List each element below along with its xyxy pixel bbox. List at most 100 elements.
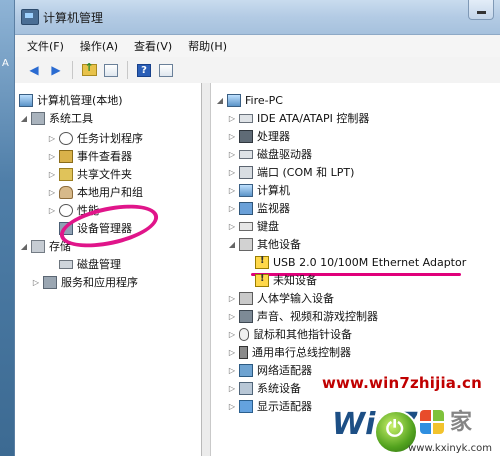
device-category[interactable]: ▷ 监视器 [227,199,290,217]
users-icon [59,185,73,199]
computer-icon [227,93,241,107]
expand-icon[interactable]: ▷ [227,204,237,213]
menu-help[interactable]: 帮助(H) [188,38,227,54]
collapse-icon[interactable]: ◢ [215,96,225,105]
desktop-glyph: A [2,58,9,69]
tree-item-performance[interactable]: ▷ 性能 [47,201,99,219]
watermark-small-url: www.kxinyk.com [408,443,492,454]
tools-icon [31,111,45,125]
device-category[interactable]: ▷ 声音、视频和游戏控制器 [227,307,378,325]
expand-icon[interactable]: ▷ [47,188,57,197]
tree-item-local-users[interactable]: ▷ 本地用户和组 [47,183,143,201]
device-category[interactable]: ◢ 其他设备 [227,235,301,253]
back-arrow-icon[interactable]: ◀ [25,61,43,79]
collapse-icon[interactable]: ◢ [19,114,29,123]
tree-item-label: 本地用户和组 [77,186,143,199]
mouse-icon [239,327,249,341]
expand-icon[interactable]: ▷ [227,384,237,393]
desktop-background: A [0,0,14,456]
expand-icon[interactable]: ▷ [47,206,57,215]
tree-item-system-tools[interactable]: ◢ 系统工具 [19,109,93,127]
expand-icon[interactable]: ▷ [31,278,41,287]
tree-item-disk-management[interactable]: 磁盘管理 [59,255,121,273]
help-button[interactable]: ? [135,61,153,79]
expand-icon[interactable]: ▷ [227,366,237,375]
show-hide-tree-icon [104,63,118,77]
tree-item-root[interactable]: 计算机管理(本地) [19,91,123,109]
event-viewer-icon [59,149,73,163]
device-label: 处理器 [257,130,290,143]
pane-splitter[interactable] [202,83,211,456]
expand-icon[interactable]: ▷ [227,330,237,339]
expand-icon[interactable]: ▷ [227,168,237,177]
window-title: 计算机管理 [43,11,104,25]
device-category[interactable]: ▷ 通用串行总线控制器 [227,343,351,361]
forward-arrow-icon[interactable]: ▶ [47,61,65,79]
device-label: IDE ATA/ATAPI 控制器 [257,112,370,125]
show-hide-tree-button[interactable] [102,61,120,79]
menu-file[interactable]: 文件(F) [27,38,64,54]
device-category[interactable]: ▷ 人体学输入设备 [227,289,334,307]
up-folder-button[interactable] [80,61,98,79]
disk-icon [59,259,73,269]
navigation-tree: 计算机管理(本地) ◢ 系统工具 ▷ 任务计划程序 ▷ 事件查看器 ▷ 共享文件… [15,83,202,456]
expand-icon[interactable]: ▷ [227,222,237,231]
device-category[interactable]: ▷ 系统设备 [227,379,301,397]
device-category[interactable]: ▷ 计算机 [227,181,290,199]
expand-icon[interactable]: ▷ [47,134,57,143]
expand-icon[interactable]: ▷ [227,150,237,159]
expand-icon[interactable]: ▷ [47,170,57,179]
port-icon [239,165,253,179]
device-category[interactable]: ▷ 显示适配器 [227,397,312,415]
properties-button[interactable] [157,61,175,79]
device-label: 未知设备 [273,274,317,287]
menu-view[interactable]: 查看(V) [134,38,172,54]
expand-icon[interactable]: ▷ [227,402,237,411]
services-icon [43,275,57,289]
device-category[interactable]: ▷ 网络适配器 [227,361,312,379]
collapse-icon[interactable]: ◢ [227,240,237,249]
expand-icon[interactable]: ▷ [227,348,237,357]
device-manager-icon [59,221,73,235]
expand-icon[interactable]: ▷ [227,294,237,303]
expand-icon[interactable]: ▷ [227,132,237,141]
tree-item-label: 任务计划程序 [77,132,143,145]
device-label: 通用串行总线控制器 [252,346,351,359]
tree-item-task-scheduler[interactable]: ▷ 任务计划程序 [47,129,143,147]
expand-icon[interactable]: ▷ [227,312,237,321]
tree-item-services-apps[interactable]: ▷ 服务和应用程序 [31,273,138,291]
device-category[interactable]: ▷ 处理器 [227,127,290,145]
device-category[interactable]: ▷ 键盘 [227,217,279,235]
device-usb-ethernet[interactable]: USB 2.0 10/100M Ethernet Adaptor [255,253,466,271]
device-label: 网络适配器 [257,364,312,377]
expand-icon[interactable]: ▷ [227,114,237,123]
tree-item-shared-folders[interactable]: ▷ 共享文件夹 [47,165,132,183]
device-category[interactable]: ▷ 磁盘驱动器 [227,145,312,163]
device-category[interactable]: ▷ 鼠标和其他指针设备 [227,325,352,343]
minimize-button[interactable] [468,0,494,20]
tree-item-label: 设备管理器 [77,222,132,235]
expand-icon[interactable]: ▷ [227,186,237,195]
watermark-brand-text: 家 [450,409,473,435]
tree-item-storage[interactable]: ◢ 存储 [19,237,71,255]
menu-action[interactable]: 操作(A) [80,38,118,54]
clock-icon [59,131,73,145]
keyboard-icon [239,221,253,231]
tree-item-device-manager[interactable]: 设备管理器 [59,219,132,237]
collapse-icon[interactable]: ◢ [19,242,29,251]
expand-icon[interactable]: ▷ [47,152,57,161]
device-category[interactable]: ▷ IDE ATA/ATAPI 控制器 [227,109,369,127]
device-category[interactable]: ▷ 端口 (COM 和 LPT) [227,163,354,181]
usb-icon [239,345,248,359]
device-unknown[interactable]: 未知设备 [255,271,317,289]
ide-controller-icon [239,113,253,123]
warning-icon [255,255,269,269]
tree-item-label: 存储 [49,240,71,253]
title-bar[interactable]: 计算机管理 [15,0,500,35]
tree-item-event-viewer[interactable]: ▷ 事件查看器 [47,147,132,165]
device-root[interactable]: ◢ Fire-PC [215,91,283,109]
menu-bar: 文件(F) 操作(A) 查看(V) 帮助(H) [15,35,500,57]
device-label: 系统设备 [257,382,301,395]
display-adapter-icon [239,399,253,413]
computer-icon [19,93,33,107]
